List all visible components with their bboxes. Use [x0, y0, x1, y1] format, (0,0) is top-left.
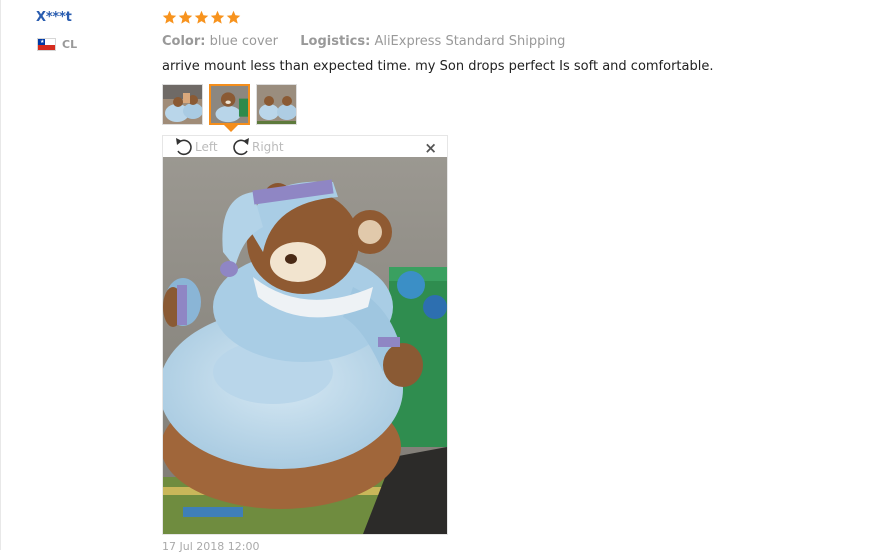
- review-thumbnail-2[interactable]: [209, 84, 250, 125]
- star-icon: [178, 10, 193, 24]
- thumbnail-strip: [162, 84, 297, 125]
- star-icon: [226, 10, 241, 24]
- selected-thumbnail-indicator: [224, 125, 238, 132]
- rotate-right-label: Right: [252, 140, 284, 154]
- rotate-right-icon: [233, 138, 249, 156]
- review-thumbnail-3[interactable]: [256, 84, 297, 125]
- star-icon: [194, 10, 209, 24]
- color-value: blue cover: [209, 34, 278, 49]
- reviewer-name[interactable]: X***t: [36, 10, 72, 25]
- close-viewer-button[interactable]: ×: [424, 139, 437, 157]
- left-divider: [0, 0, 1, 550]
- image-viewer: Left Right ×: [162, 135, 448, 535]
- rating-stars: [162, 10, 241, 25]
- review-thumbnail-1[interactable]: [162, 84, 203, 125]
- review-photo: [163, 157, 447, 534]
- review-meta: Color: blue cover Logistics: AliExpress …: [162, 34, 565, 49]
- rotate-left-button[interactable]: Left: [173, 137, 218, 157]
- logistics-label: Logistics:: [300, 34, 371, 49]
- viewer-toolbar: Left Right ×: [163, 136, 447, 157]
- rotate-left-label: Left: [195, 140, 218, 154]
- chile-flag-icon: ★: [37, 38, 56, 51]
- reviewer-country: ★ CL: [37, 38, 77, 51]
- review-date: 17 Jul 2018 12:00: [162, 540, 260, 553]
- star-icon: [162, 10, 177, 24]
- star-icon: [210, 10, 225, 24]
- country-code: CL: [62, 38, 78, 51]
- review-text: arrive mount less than expected time. my…: [162, 59, 714, 74]
- color-label: Color:: [162, 34, 206, 49]
- rotate-left-icon: [176, 138, 192, 156]
- logistics-value: AliExpress Standard Shipping: [374, 34, 566, 49]
- rotate-right-button[interactable]: Right: [230, 137, 284, 157]
